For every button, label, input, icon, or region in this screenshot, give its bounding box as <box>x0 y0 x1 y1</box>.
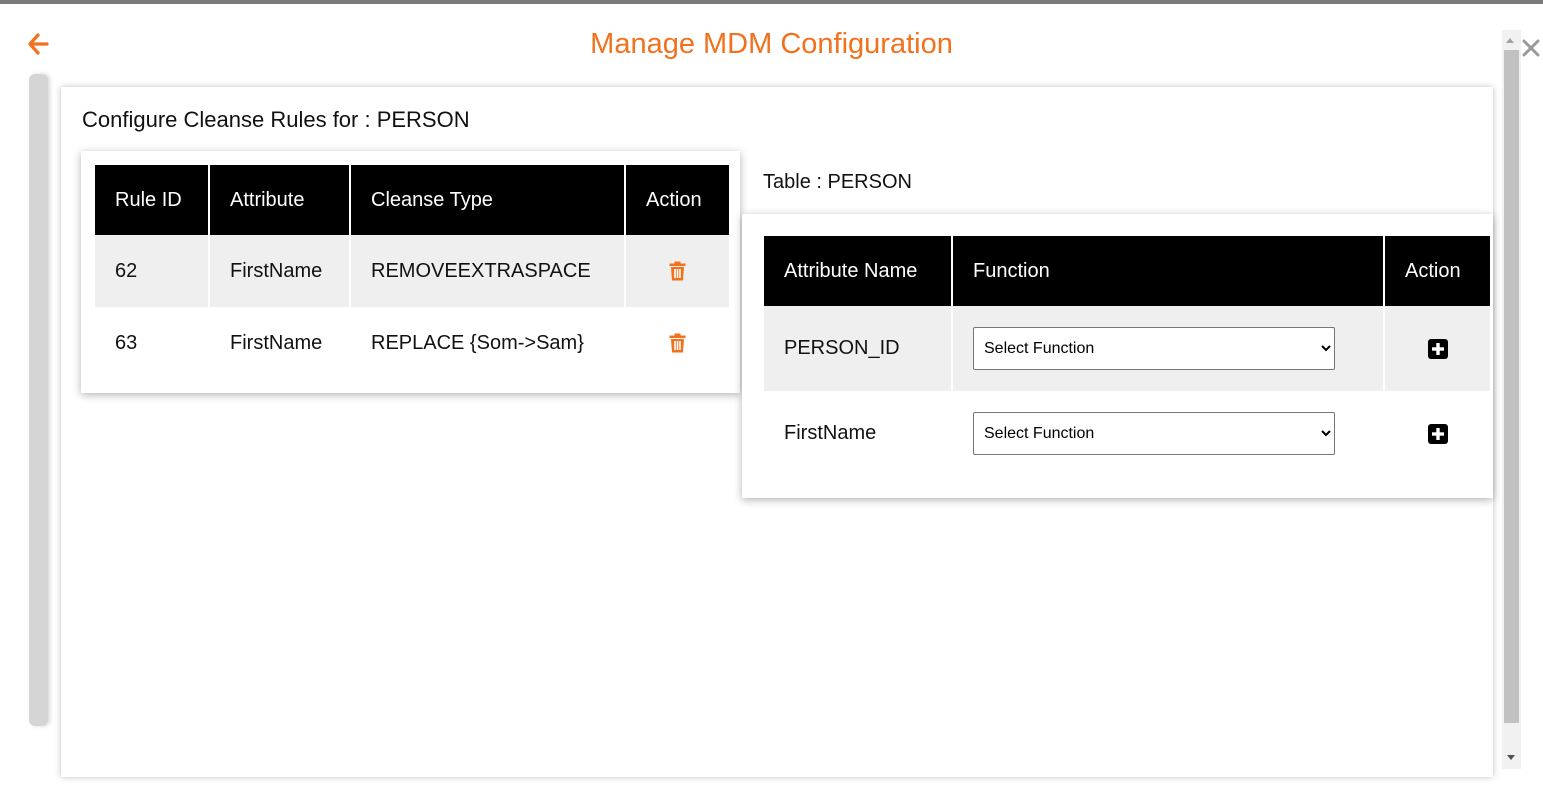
cleanse-type-cell: REMOVEEXTRASPACE <box>351 235 624 307</box>
col-header-attribute: Attribute <box>210 165 349 235</box>
col-header-cleanse-type: Cleanse Type <box>351 165 624 235</box>
rule-id-cell: 63 <box>115 331 138 354</box>
function-select[interactable]: Select Function <box>973 327 1335 370</box>
table-row: PERSON_ID Select Function <box>764 306 1490 391</box>
attribute-name-cell: FirstName <box>784 422 877 444</box>
table-label: Table : PERSON <box>763 171 912 193</box>
col-header-function: Function <box>953 236 1383 306</box>
trash-icon[interactable] <box>669 261 686 281</box>
page-title: Manage MDM Configuration <box>590 28 953 60</box>
table-row: FirstName Select Function <box>764 391 1490 476</box>
plus-square-icon[interactable] <box>1427 423 1448 444</box>
cleanse-rules-table: Rule ID Attribute Cleanse Type Action 62… <box>93 165 731 379</box>
col-header-rule-id: Rule ID <box>95 165 208 235</box>
scroll-up-arrow-icon[interactable] <box>1506 38 1514 43</box>
col-header-action: Action <box>1385 236 1490 306</box>
top-border <box>0 0 1543 4</box>
table-header-row: Rule ID Attribute Cleanse Type Action <box>95 165 729 235</box>
rule-id-cell: 62 <box>95 235 208 307</box>
col-header-attribute-name: Attribute Name <box>764 236 951 306</box>
cleanse-type-cell: REPLACE {Som->Sam} <box>371 331 584 354</box>
table-row: 62 FirstName REMOVEEXTRASPACE <box>95 235 729 307</box>
function-select[interactable]: Select Function <box>973 412 1335 455</box>
attribute-cell: FirstName <box>210 235 349 307</box>
action-cell <box>626 235 729 307</box>
action-cell <box>626 307 729 379</box>
table-row: 63 FirstName REPLACE {Som->Sam} <box>95 307 729 379</box>
col-header-action: Action <box>626 165 729 235</box>
close-icon[interactable] <box>1521 38 1541 58</box>
action-cell <box>1385 306 1490 391</box>
scroll-down-arrow-icon[interactable] <box>1507 755 1515 760</box>
action-cell <box>1385 391 1490 476</box>
function-cell: Select Function <box>953 306 1383 391</box>
attribute-name-cell: PERSON_ID <box>764 306 951 391</box>
left-scrollbar[interactable] <box>29 74 48 726</box>
trash-icon[interactable] <box>669 333 686 353</box>
right-scrollbar-thumb[interactable] <box>1504 50 1519 723</box>
function-cell: Select Function <box>953 391 1383 476</box>
table-header-row: Attribute Name Function Action <box>764 236 1490 306</box>
panel-heading: Configure Cleanse Rules for : PERSON <box>82 107 470 132</box>
plus-square-icon[interactable] <box>1427 338 1448 359</box>
attribute-cell: FirstName <box>230 331 323 354</box>
attributes-table: Attribute Name Function Action PERSON_ID… <box>762 236 1492 476</box>
